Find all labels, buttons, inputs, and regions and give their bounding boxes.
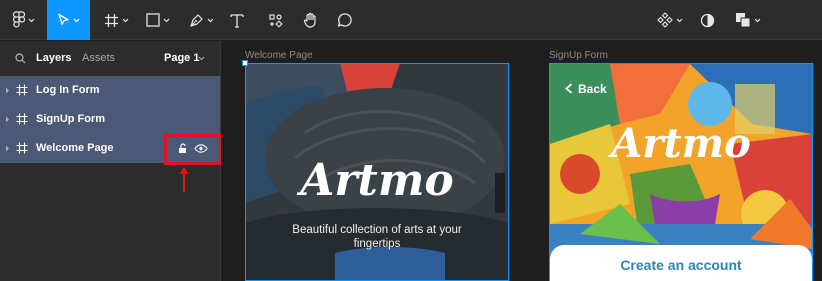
text-tool-button[interactable] xyxy=(226,0,248,40)
chevron-right-icon[interactable] xyxy=(5,116,10,123)
unlock-icon[interactable] xyxy=(178,143,188,154)
layer-row-signup-form[interactable]: SignUp Form xyxy=(0,105,220,134)
chevron-down-icon xyxy=(163,18,170,22)
half-circle-icon xyxy=(700,13,714,27)
create-account-heading[interactable]: Create an account xyxy=(550,257,812,273)
welcome-title: Artmo xyxy=(300,155,454,206)
components-button[interactable] xyxy=(652,0,688,40)
chevron-right-icon[interactable] xyxy=(5,87,10,94)
layers-sidebar: Layers Assets Page 1 Log In Form SignUp … xyxy=(0,41,223,281)
tab-layers[interactable]: Layers xyxy=(36,52,71,64)
cursor-arrow-icon xyxy=(58,13,69,25)
layer-name: Welcome Page xyxy=(36,142,114,154)
layer-name: SignUp Form xyxy=(36,113,106,125)
frame-icon xyxy=(16,113,28,125)
welcome-subtitle: Beautiful collection of arts at your fin… xyxy=(292,224,462,250)
chevron-down-icon xyxy=(676,18,683,22)
frame-icon xyxy=(16,84,28,96)
hand-icon xyxy=(303,12,316,28)
contrast-button[interactable] xyxy=(697,0,717,40)
eye-icon[interactable] xyxy=(194,144,208,153)
welcome-page-frame[interactable]: Artmo Beautiful collection of arts at yo… xyxy=(245,63,509,281)
chevron-right-icon[interactable] xyxy=(5,145,10,152)
design-canvas[interactable]: Welcome Page SignUp Form Artmo Beautiful… xyxy=(221,41,822,281)
hand-tool-button[interactable] xyxy=(299,0,321,40)
chevron-down-icon xyxy=(122,18,128,22)
tab-assets[interactable]: Assets xyxy=(82,52,115,64)
back-chevron-icon[interactable] xyxy=(565,83,573,94)
resources-icon xyxy=(268,13,283,28)
signup-title: Artmo xyxy=(611,120,751,167)
search-icon[interactable] xyxy=(15,53,26,64)
frame-icon xyxy=(16,142,28,154)
comment-tool-button[interactable] xyxy=(334,0,356,40)
move-tool-button[interactable] xyxy=(47,0,90,40)
arrow-up-annotation-icon xyxy=(179,167,189,192)
frame-label-welcome[interactable]: Welcome Page xyxy=(245,50,313,61)
figma-logo-icon xyxy=(13,11,25,28)
layer-row-welcome-page[interactable]: Welcome Page xyxy=(0,134,223,165)
layer-row-log-in-form[interactable]: Log In Form xyxy=(0,76,220,105)
chevron-down-icon xyxy=(73,18,80,22)
sidebar-header: Layers Assets Page 1 xyxy=(0,41,220,75)
chevron-down-icon xyxy=(28,18,35,22)
comment-bubble-icon xyxy=(337,13,352,27)
frame-tool-button[interactable] xyxy=(98,0,134,40)
components-diamond-icon xyxy=(657,12,673,28)
chevron-down-icon xyxy=(754,18,761,22)
layer-name: Log In Form xyxy=(36,84,100,96)
boolean-ops-button[interactable] xyxy=(730,0,766,40)
pen-tool-button[interactable] xyxy=(183,0,219,40)
resize-handle[interactable] xyxy=(242,60,248,66)
pen-nib-icon xyxy=(189,13,203,27)
page-selector[interactable]: Page 1 xyxy=(164,52,199,64)
rectangle-icon xyxy=(146,13,160,27)
hash-frame-icon xyxy=(104,13,118,27)
chevron-down-icon[interactable] xyxy=(198,56,205,61)
back-link[interactable]: Back xyxy=(578,82,607,96)
chevron-down-icon xyxy=(207,18,213,22)
signup-form-frame[interactable]: Back Artmo Create an account xyxy=(550,64,812,281)
main-menu-button[interactable] xyxy=(6,0,42,40)
resources-tool-button[interactable] xyxy=(264,0,286,40)
top-toolbar xyxy=(0,0,822,40)
stacked-squares-icon xyxy=(736,13,751,28)
signup-card: Create an account xyxy=(550,245,812,281)
shape-tool-button[interactable] xyxy=(140,0,176,40)
text-t-icon xyxy=(230,13,244,28)
frame-label-signup[interactable]: SignUp Form xyxy=(549,50,608,61)
